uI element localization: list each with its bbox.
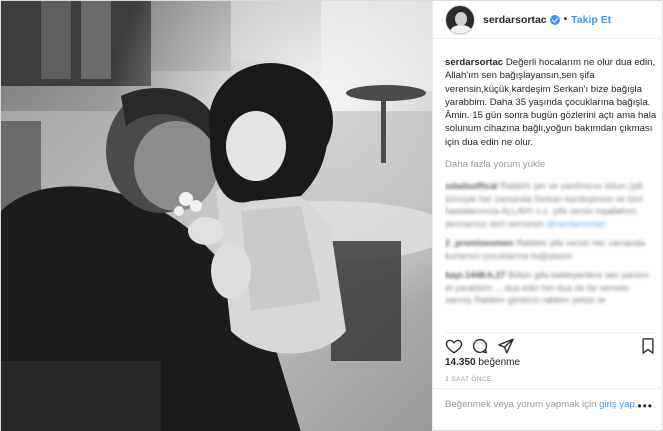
avatar[interactable] <box>445 4 475 35</box>
post-side-panel: serdarsortac • Takip Et serdarsortac Değ… <box>432 1 663 431</box>
comment-icon[interactable] <box>471 337 489 355</box>
photo-image <box>1 1 432 431</box>
load-more-comments-button[interactable]: Daha fazla yorum yükle <box>445 159 657 170</box>
comment-username[interactable]: 2_promisesmen <box>445 238 514 248</box>
caption-username[interactable]: serdarsortac <box>445 57 503 68</box>
post-timestamp[interactable]: 3 SAAT ÖNCE <box>445 376 492 383</box>
action-bar <box>445 332 657 355</box>
comment-item: kayi.1448.h.27 Bütün gifa bekleyenlere s… <box>445 269 657 307</box>
login-prompt: Beğenmek veya yorum yapmak için giriş ya… <box>433 388 663 431</box>
header-username[interactable]: serdarsortac <box>483 14 547 26</box>
comment-username[interactable]: sdadsoffical <box>445 181 498 191</box>
avatar-body-shape <box>450 24 472 34</box>
follow-button[interactable]: Takip Et <box>571 14 611 26</box>
instagram-post-embed: serdarsortac • Takip Et serdarsortac Değ… <box>0 0 663 431</box>
likes-number: 14.350 <box>445 357 476 368</box>
verified-badge-icon <box>549 14 560 25</box>
caption-text: Değerli hocalarım ne olur dua edin, Alla… <box>445 57 657 148</box>
comment-list: sdadsoffical Rabbim şer ve yardımcısı ol… <box>445 180 657 307</box>
post-caption: serdarsortac Değerli hocalarım ne olur d… <box>445 56 657 149</box>
post-header: serdarsortac • Takip Et <box>433 1 663 39</box>
comment-item: sdadsoffical Rabbim şer ve yardımcısı ol… <box>445 180 657 230</box>
bookmark-icon[interactable] <box>639 337 657 355</box>
login-link[interactable]: giriş yap <box>599 399 635 410</box>
comment-mention[interactable]: @serdarsortac <box>547 219 606 229</box>
login-prompt-text: Beğenmek veya yorum yapmak için <box>445 399 597 410</box>
header-separator: • <box>563 14 568 25</box>
share-icon[interactable] <box>497 337 515 355</box>
avatar-face-shape <box>455 11 467 26</box>
comment-item: 2_promisesmen Rabbim şifa versin her zam… <box>445 237 657 262</box>
likes-count[interactable]: 14.350 beğenme <box>445 357 520 368</box>
likes-label: beğenme <box>478 357 521 368</box>
post-photo[interactable] <box>1 1 432 431</box>
comment-username[interactable]: kayi.1448.h.27 <box>445 270 506 280</box>
heart-icon[interactable] <box>445 337 463 355</box>
comments-section[interactable]: serdarsortac Değerli hocalarım ne olur d… <box>445 56 657 324</box>
action-icons-row <box>445 337 657 355</box>
more-options-icon[interactable]: ••• <box>637 400 653 413</box>
